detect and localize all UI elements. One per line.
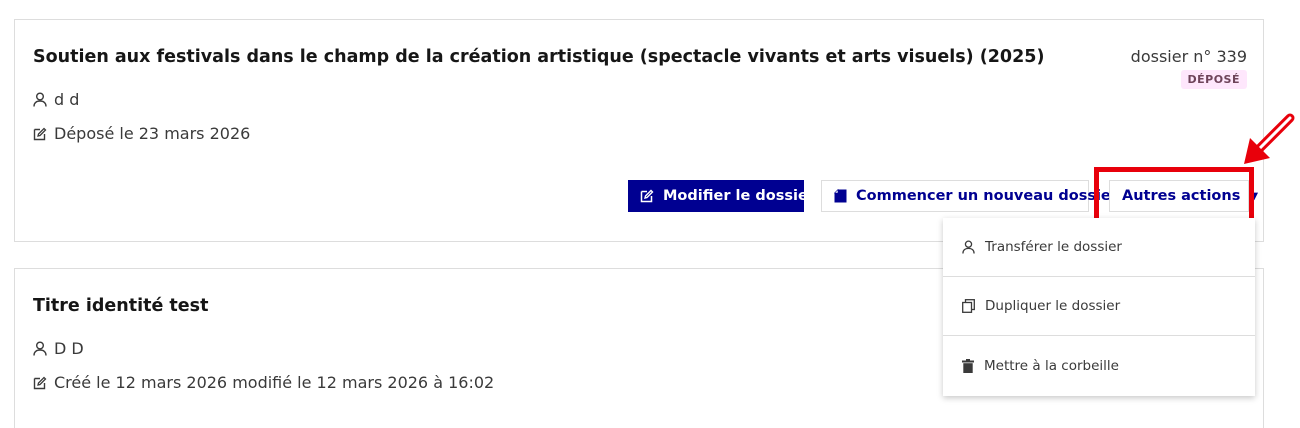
menu-item-trash[interactable]: Mettre à la corbeille <box>943 336 1255 395</box>
dossier-number: dossier n° 339 <box>1130 47 1247 66</box>
owner-name: d d <box>54 90 80 109</box>
user-icon <box>962 240 975 254</box>
trash-icon <box>962 358 974 373</box>
status-badge: DÉPOSÉ <box>1180 70 1247 89</box>
owner-name: D D <box>54 339 84 358</box>
modify-dossier-label: Modifier le dossier <box>663 188 815 204</box>
more-actions-menu: Transférer le dossier Dupliquer le dossi… <box>943 218 1255 396</box>
dossier-title[interactable]: Titre identité test <box>33 296 208 316</box>
dossier-date: Déposé le 23 mars 2026 <box>54 124 251 143</box>
copy-icon <box>962 299 975 313</box>
file-add-icon <box>834 189 847 203</box>
menu-item-label: Transférer le dossier <box>985 239 1122 255</box>
menu-item-transfer[interactable]: Transférer le dossier <box>943 218 1255 277</box>
owner-row: d d <box>33 90 79 109</box>
edit-icon <box>33 376 47 389</box>
modify-dossier-button[interactable]: Modifier le dossier <box>628 180 815 212</box>
date-row: Créé le 12 mars 2026 modifié le 12 mars … <box>33 373 494 392</box>
caret-down-icon: ▼ <box>1250 190 1259 202</box>
owner-row: D D <box>33 339 84 358</box>
dossier-title[interactable]: Soutien aux festivals dans le champ de l… <box>33 47 1044 67</box>
menu-item-label: Mettre à la corbeille <box>984 357 1119 374</box>
edit-icon <box>640 189 654 203</box>
date-row: Déposé le 23 mars 2026 <box>33 124 250 143</box>
dossier-card: Soutien aux festivals dans le champ de l… <box>14 19 1264 242</box>
menu-item-label: Dupliquer le dossier <box>985 298 1121 314</box>
new-dossier-label: Commencer un nouveau dossier <box>856 188 1118 204</box>
user-icon <box>33 341 47 356</box>
more-actions-label: Autres actions <box>1122 188 1241 204</box>
new-dossier-button[interactable]: Commencer un nouveau dossier <box>821 180 1118 212</box>
user-icon <box>33 92 47 107</box>
more-actions-button[interactable]: Autres actions ▼ <box>1109 180 1258 212</box>
edit-icon <box>33 127 47 140</box>
dossier-date: Créé le 12 mars 2026 modifié le 12 mars … <box>54 373 495 392</box>
menu-item-duplicate[interactable]: Dupliquer le dossier <box>943 277 1255 336</box>
